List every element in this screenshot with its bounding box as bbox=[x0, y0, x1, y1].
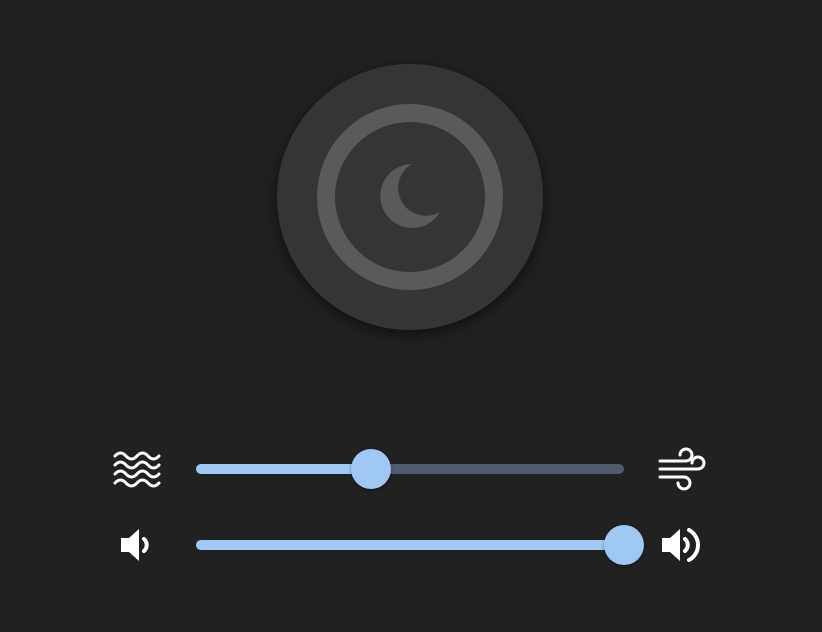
waves-icon bbox=[111, 444, 163, 494]
noise-slider-row bbox=[0, 444, 822, 494]
sleep-toggle-button[interactable] bbox=[277, 64, 543, 330]
noise-slider-thumb[interactable] bbox=[351, 449, 392, 489]
volume-low-icon bbox=[111, 520, 163, 570]
wind-icon bbox=[656, 444, 708, 494]
noise-slider-fill bbox=[196, 464, 372, 474]
volume-high-icon bbox=[656, 520, 708, 570]
noise-slider[interactable] bbox=[196, 449, 624, 489]
moon-icon bbox=[376, 160, 442, 230]
sleep-sounds-panel bbox=[0, 0, 822, 632]
volume-slider[interactable] bbox=[196, 525, 644, 565]
volume-slider-fill bbox=[196, 540, 624, 550]
volume-slider-row bbox=[0, 520, 822, 570]
volume-slider-thumb[interactable] bbox=[604, 525, 644, 565]
